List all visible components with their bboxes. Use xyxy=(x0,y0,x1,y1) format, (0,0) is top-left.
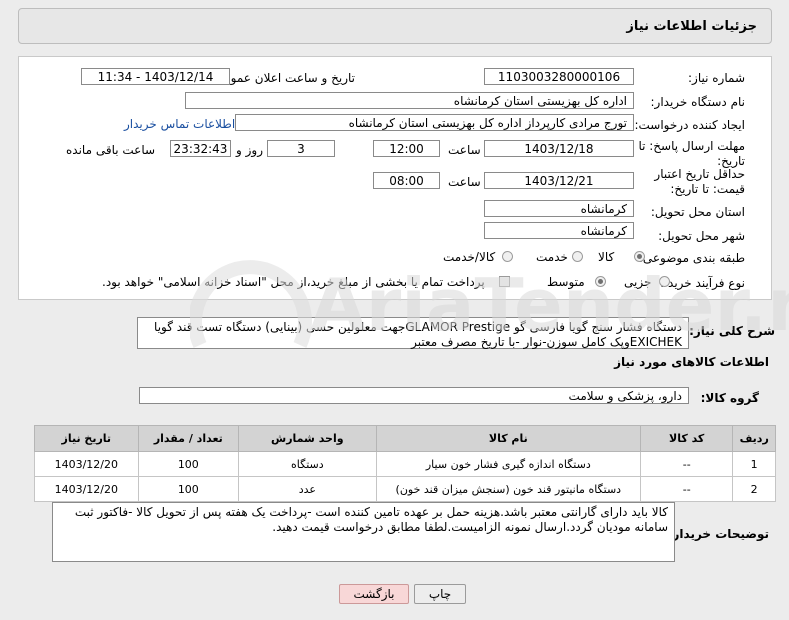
category-radio-goods[interactable] xyxy=(634,251,645,262)
requester-field: تورج مرادی کارپرداز اداره کل بهزیستی است… xyxy=(235,114,634,131)
buyer-notes-field: کالا باید دارای گارانتی معتبر باشد.هزینه… xyxy=(52,502,675,562)
buyer-org-label: نام دستگاه خریدار: xyxy=(650,95,746,109)
category-option-goods: کالا xyxy=(598,250,615,264)
days-field: 3 xyxy=(267,140,335,157)
purchase-radio-medium[interactable] xyxy=(595,276,606,287)
cell-unit: عدد xyxy=(238,476,377,502)
purchase-option-medium: متوسط xyxy=(547,275,585,289)
description-line-1: دستگاه فشار سنج گویا فارسی گو GLAMOR Pre… xyxy=(154,320,682,334)
goods-info-title: اطلاعات کالاهای مورد نیاز xyxy=(614,355,769,369)
cell-item-code: -- xyxy=(640,476,734,502)
goods-group-field: دارو، پزشکی و سلامت xyxy=(139,387,689,404)
days-label: روز و xyxy=(236,143,263,157)
description-label: شرح کلی نیاز: xyxy=(689,324,775,338)
cell-row: 2 xyxy=(732,476,776,502)
cell-need-date: 1403/12/20 xyxy=(34,451,139,477)
buyer-notes-line-1: کالا باید دارای گارانتی معتبر باشد.هزینه… xyxy=(74,505,668,519)
col-row: ردیف xyxy=(732,425,776,452)
buyer-org-field: اداره کل بهزیستی استان کرمانشاه xyxy=(185,92,634,109)
category-label: طبقه بندی موضوعی: xyxy=(638,251,745,265)
table-row: 1403/12/20 100 دستگاه دستگاه اندازه گیری… xyxy=(34,451,776,477)
requester-label: ایجاد کننده درخواست: xyxy=(634,118,745,132)
col-quantity: تعداد / مقدار xyxy=(137,425,240,452)
col-item-name: نام کالا xyxy=(375,425,642,452)
page-title: جزئیات اطلاعات نیاز xyxy=(626,19,757,34)
reply-time-field: 12:00 xyxy=(373,140,440,157)
price-validity-time-field: 08:00 xyxy=(373,172,440,189)
buyer-notes-label: توضیحات خریدار: xyxy=(667,527,769,541)
cell-quantity: 100 xyxy=(137,451,240,477)
remaining-time-label: ساعت باقی مانده xyxy=(66,143,156,157)
reply-date-field: 1403/12/18 xyxy=(484,140,634,157)
category-option-goods-service: کالا/خدمت xyxy=(443,250,496,264)
treasury-payment-checkbox[interactable] xyxy=(499,276,510,287)
cell-unit: دستگاه xyxy=(238,451,377,477)
reply-deadline-label: مهلت ارسال پاسخ: تا تاریخ: xyxy=(638,139,745,168)
buyer-notes-line-2: سامانه مودیان گردد.ارسال نمونه الزامیست.… xyxy=(272,520,668,534)
cell-item-name: دستگاه مانیتور قند خون (سنجش میزان قند خ… xyxy=(375,476,642,502)
print-button[interactable]: چاپ xyxy=(414,584,466,604)
reply-time-label: ساعت xyxy=(448,143,481,157)
purchase-radio-minor[interactable] xyxy=(659,276,670,287)
treasury-payment-note: پرداخت تمام یا بخشی از مبلغ خرید،از محل … xyxy=(102,275,485,289)
col-item-code: کد کالا xyxy=(640,425,734,452)
page-header: جزئیات اطلاعات نیاز xyxy=(18,8,772,44)
price-validity-date-field: 1403/12/21 xyxy=(484,172,634,189)
cell-item-name: دستگاه اندازه گیری فشار خون سیار xyxy=(375,451,642,477)
cell-need-date: 1403/12/20 xyxy=(34,476,139,502)
price-validity-time-label: ساعت xyxy=(448,175,481,189)
category-radio-goods-service[interactable] xyxy=(502,251,513,262)
buyer-contact-link[interactable]: اطلاعات تماس خریدار xyxy=(124,117,235,131)
cell-quantity: 100 xyxy=(137,476,240,502)
items-table: تاریخ نیاز تعداد / مقدار واحد شمارش نام … xyxy=(34,425,776,502)
cell-item-code: -- xyxy=(640,451,734,477)
col-need-date: تاریخ نیاز xyxy=(34,425,139,452)
category-radio-service[interactable] xyxy=(572,251,583,262)
need-number-field: 1103003280000106 xyxy=(484,68,634,85)
announce-datetime-label: تاریخ و ساعت اعلان عمومی: xyxy=(210,71,355,85)
need-number-label: شماره نیاز: xyxy=(688,71,745,85)
delivery-province-label: استان محل تحویل: xyxy=(650,205,745,219)
remaining-time-field: 23:32:43 xyxy=(170,140,231,157)
description-field: دستگاه فشار سنج گویا فارسی گو GLAMOR Pre… xyxy=(137,317,689,349)
description-line-2: EXICHEKوپک کامل سوزن-نوار -با تاریخ مصرف… xyxy=(411,335,682,349)
goods-group-label: گروه کالا: xyxy=(700,391,759,405)
announce-datetime-field: 1403/12/14 - 11:34 xyxy=(81,68,230,85)
purchase-type-label: نوع فرآیند خرید : xyxy=(660,276,745,290)
delivery-province-field: کرمانشاه xyxy=(484,200,634,217)
price-validity-label: حداقل تاریخ اعتبار قیمت: تا تاریخ: xyxy=(654,167,745,196)
col-unit: واحد شمارش xyxy=(238,425,377,452)
back-button[interactable]: بازگشت xyxy=(339,584,409,604)
delivery-city-field: کرمانشاه xyxy=(484,222,634,239)
purchase-option-minor: جزیی xyxy=(624,275,652,289)
cell-row: 1 xyxy=(732,451,776,477)
table-row: 1403/12/20 100 عدد دستگاه مانیتور قند خو… xyxy=(34,476,776,502)
table-header-row: تاریخ نیاز تعداد / مقدار واحد شمارش نام … xyxy=(34,425,776,452)
category-option-service: خدمت xyxy=(536,250,568,264)
delivery-city-label: شهر محل تحویل: xyxy=(658,229,745,243)
